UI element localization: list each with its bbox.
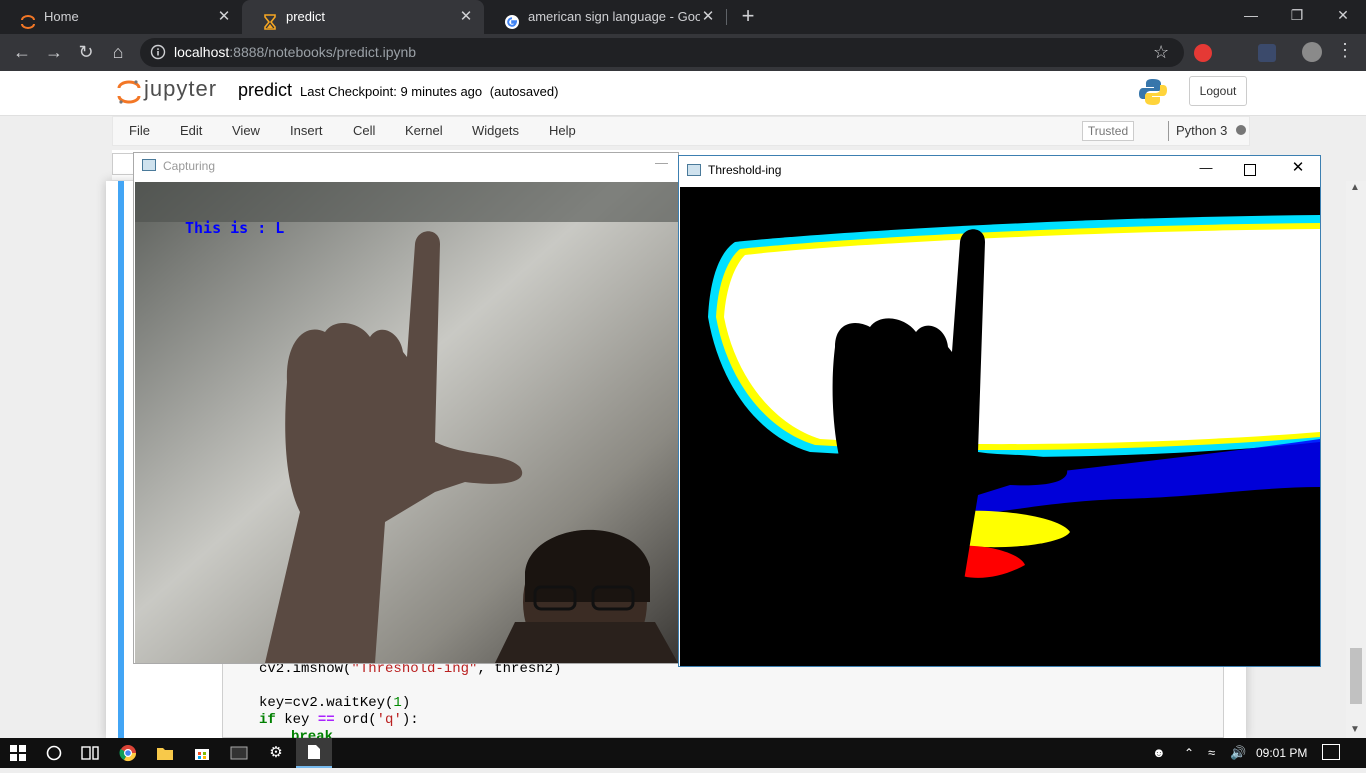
logout-button[interactable]: Logout [1189,76,1247,106]
restore-button[interactable]: ❐ [1274,0,1320,30]
terminal-icon[interactable] [221,738,257,768]
trusted-indicator[interactable]: Trusted [1082,121,1134,141]
close-button[interactable]: ✕ [1288,158,1308,176]
close-tab-icon[interactable]: ✕ [698,0,718,34]
menu-kernel[interactable]: Kernel [405,116,443,146]
jupyter-logo-icon[interactable] [116,78,142,106]
scroll-down-arrow-icon[interactable]: ▼ [1350,724,1360,735]
start-button[interactable] [0,738,36,768]
checkpoint-status: Last Checkpoint: 9 minutes ago (autosave… [300,84,558,99]
reload-button[interactable]: ↻ [70,34,102,71]
menu-bar [112,116,1250,146]
profile-avatar[interactable] [1302,42,1322,62]
menu-cell[interactable]: Cell [353,116,375,146]
menu-file[interactable]: File [129,116,150,146]
store-icon[interactable] [184,738,220,768]
webcam-frame [135,182,678,663]
file-explorer-icon[interactable] [147,738,183,768]
google-icon [504,9,520,29]
clock[interactable]: 09:01 PM [1256,738,1307,768]
tab-home[interactable]: Home ✕ [0,0,242,34]
menu-view[interactable]: View [232,116,260,146]
task-view-icon[interactable] [72,738,108,768]
checkpoint-label: Last Checkpoint: [300,84,397,99]
chevron-up-icon[interactable]: ⌃ [1184,738,1194,768]
scrollbar-thumb[interactable] [1350,648,1362,704]
code-line: break [291,729,334,738]
maximize-button[interactable] [1244,164,1256,176]
code-line: key=cv2.waitKey(1) [259,695,411,711]
tab-label: predict [286,9,326,24]
minimize-button[interactable]: — [1228,0,1274,30]
menu-widgets[interactable]: Widgets [472,116,519,146]
autosave-status: (autosaved) [489,84,559,99]
url-host: localhost [174,44,230,60]
minimize-button[interactable]: — [655,155,668,170]
hourglass-icon [262,9,278,30]
close-window-button[interactable]: ✕ [1320,0,1366,30]
home-button[interactable]: ⌂ [102,34,134,71]
url-path: :8888/notebooks/predict.ipynb [229,44,417,60]
notepad-taskbar-icon[interactable] [296,738,332,768]
extension-icon[interactable] [1258,44,1276,62]
jupyter-logo-text[interactable]: jupyter [144,76,217,102]
wifi-icon[interactable]: ≈ [1208,738,1215,768]
action-center-icon[interactable] [1322,744,1340,760]
selected-cell-indicator [118,181,124,738]
kernel-name: Python 3 [1176,123,1228,138]
browser-menu-icon[interactable]: ⋮ [1336,40,1354,61]
menu-insert[interactable]: Insert [290,116,323,146]
close-tab-icon[interactable]: ✕ [456,0,476,34]
jupyter-icon [20,9,36,29]
divider [1168,121,1169,141]
save-icon[interactable] [112,153,134,175]
tab-label: american sign language - Google [528,9,700,24]
back-button[interactable]: ← [6,34,38,71]
forward-button[interactable]: → [38,34,70,71]
code-line: if key == ord('q'): [259,712,419,728]
notebook-name[interactable]: predict [238,80,292,101]
chrome-taskbar-icon[interactable] [110,738,146,768]
url-text[interactable]: localhost:8888/notebooks/predict.ipynb [174,38,416,67]
tab-google-search[interactable]: american sign language - Google ✕ [484,0,726,34]
tab-predict[interactable]: predict ✕ [242,0,484,34]
window-app-icon [687,164,701,176]
window-app-icon [142,159,156,171]
extension-icon[interactable] [1194,44,1212,62]
threshold-window-title: Threshold-ing [708,163,782,177]
prediction-overlay-text: This is : L [185,219,285,237]
settings-gear-icon[interactable]: ⚙ [258,738,294,768]
tab-label: Home [44,9,79,24]
new-tab-button[interactable]: + [734,0,762,34]
menu-edit[interactable]: Edit [180,116,202,146]
search-icon[interactable] [36,738,72,768]
bookmark-star-icon[interactable]: ☆ [1153,42,1169,63]
kernel-status-icon [1236,125,1246,135]
capturing-window-title: Capturing [163,159,216,173]
info-icon[interactable] [150,44,166,60]
tab-divider [726,9,727,25]
threshold-frame [680,187,1320,666]
minimize-button[interactable]: — [1196,160,1216,175]
people-icon[interactable]: ☻ [1152,738,1166,768]
close-tab-icon[interactable]: ✕ [214,0,234,34]
menu-help[interactable]: Help [549,116,576,146]
volume-icon[interactable]: 🔊 [1230,738,1246,768]
scroll-up-arrow-icon[interactable]: ▲ [1350,182,1360,193]
checkpoint-time: 9 minutes ago [400,84,483,99]
python-logo-icon [1138,77,1168,107]
